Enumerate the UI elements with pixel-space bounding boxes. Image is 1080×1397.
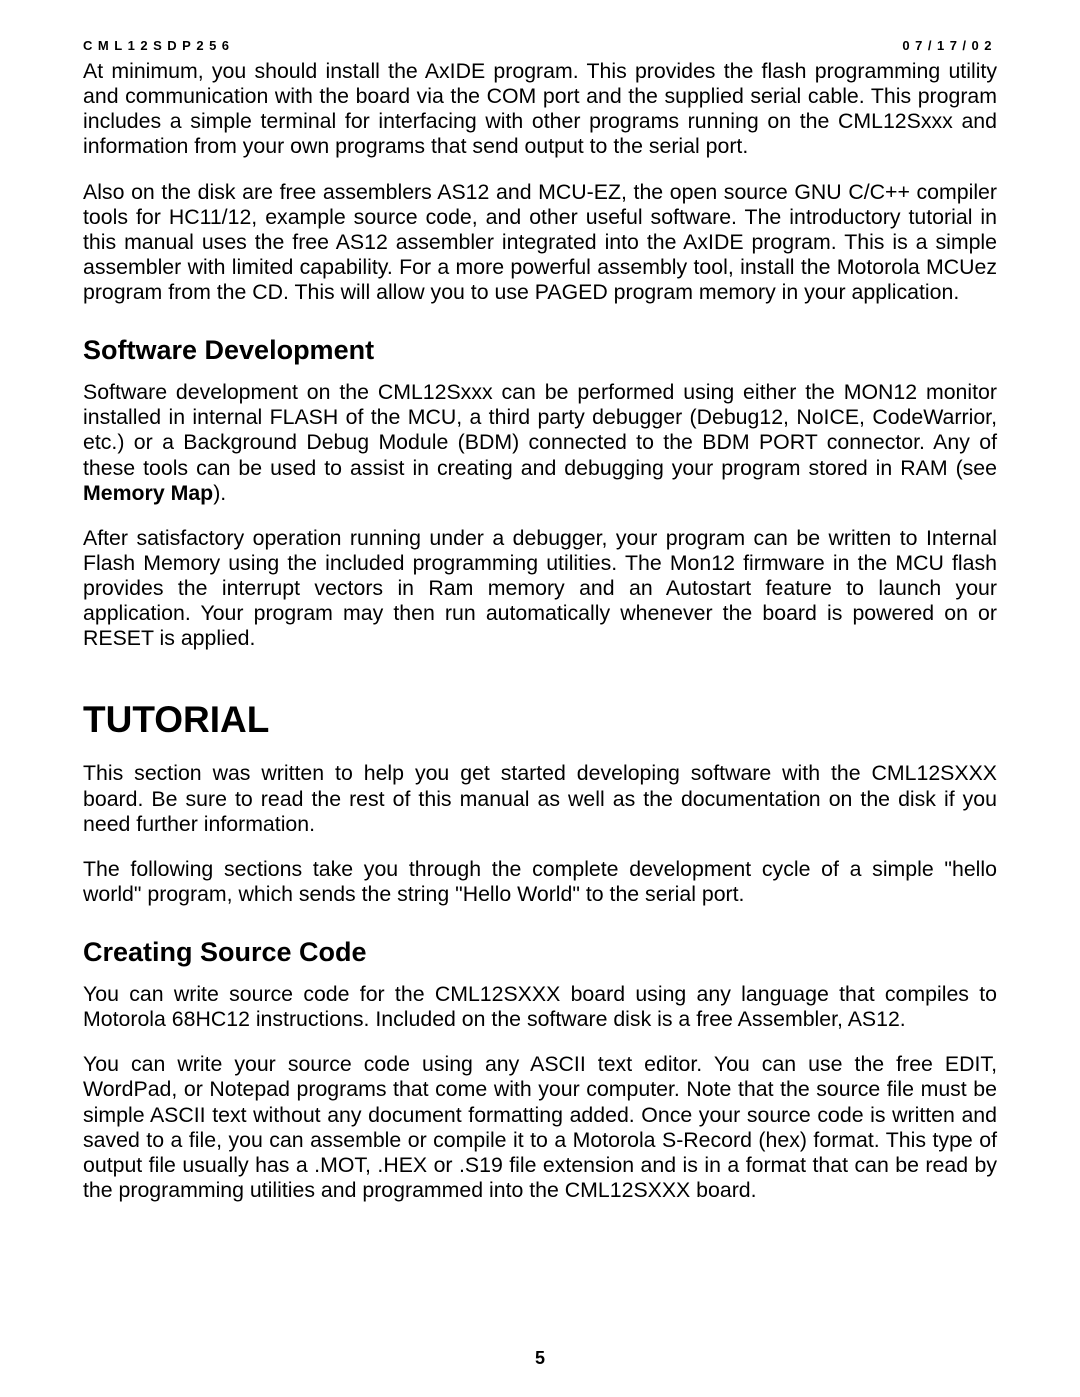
heading-tutorial: TUTORIAL xyxy=(83,699,997,741)
text-bold: Memory Map xyxy=(83,481,213,505)
header-right: 07/17/02 xyxy=(902,38,997,53)
page-number: 5 xyxy=(0,1348,1080,1369)
body-paragraph: At minimum, you should install the AxIDE… xyxy=(83,59,997,160)
body-paragraph: Also on the disk are free assemblers AS1… xyxy=(83,180,997,306)
text-run: Software development on the CML12Sxxx ca… xyxy=(83,380,997,479)
header-left: CML12SDP256 xyxy=(83,38,235,53)
body-paragraph: You can write your source code using any… xyxy=(83,1052,997,1203)
heading-software-development: Software Development xyxy=(83,335,997,366)
document-page: CML12SDP256 07/17/02 At minimum, you sho… xyxy=(0,0,1080,1243)
page-header: CML12SDP256 07/17/02 xyxy=(83,38,997,53)
body-paragraph: This section was written to help you get… xyxy=(83,761,997,836)
body-paragraph: After satisfactory operation running und… xyxy=(83,526,997,652)
body-paragraph: The following sections take you through … xyxy=(83,857,997,907)
body-paragraph: Software development on the CML12Sxxx ca… xyxy=(83,380,997,506)
body-paragraph: You can write source code for the CML12S… xyxy=(83,982,997,1032)
text-run: ). xyxy=(213,481,226,505)
heading-creating-source-code: Creating Source Code xyxy=(83,937,997,968)
